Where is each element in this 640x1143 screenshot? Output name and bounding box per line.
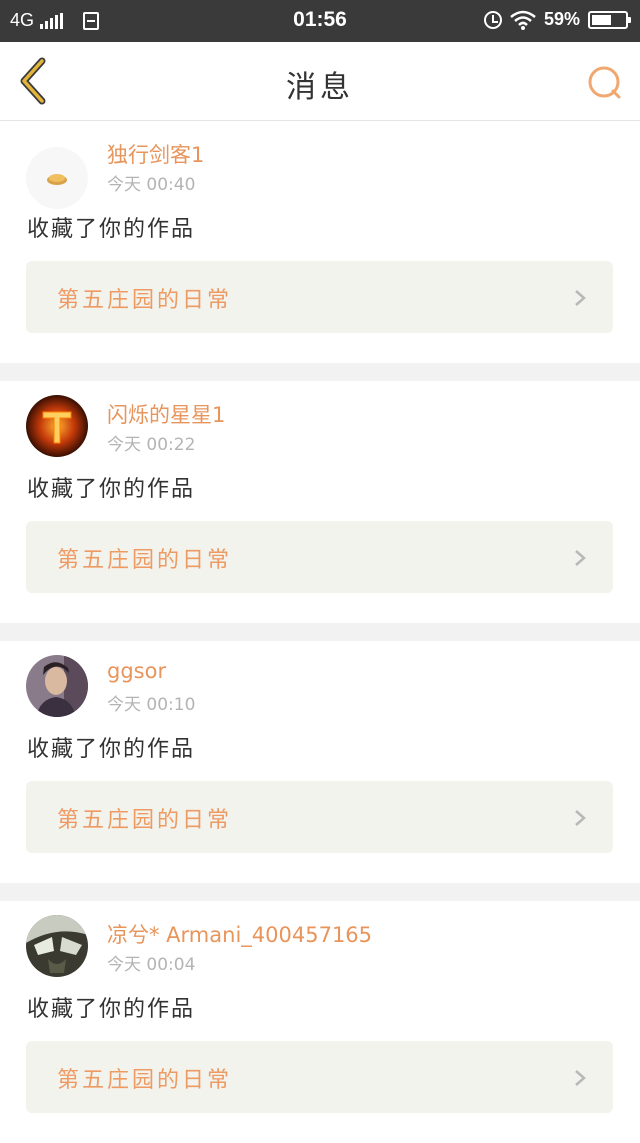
avatar[interactable] [26, 915, 88, 977]
message-card: 闪烁的星星1 今天 00:22 收藏了你的作品 第五庄园的日常 [0, 381, 640, 623]
message-card: 凉兮* Armani_400457165 今天 00:04 收藏了你的作品 第五… [0, 901, 640, 1143]
work-title: 第五庄园的日常 [57, 548, 233, 573]
timestamp: 今天 00:40 [107, 175, 196, 195]
nav-bar: 消息 [0, 42, 640, 121]
status-right: 59% [483, 9, 631, 30]
portrait-avatar-icon [26, 655, 88, 717]
search-icon[interactable] [586, 64, 624, 102]
username[interactable]: 凉兮* Armani_400457165 [107, 919, 372, 949]
chevron-right-icon [575, 1070, 586, 1086]
timestamp: 今天 00:22 [107, 435, 196, 455]
work-title: 第五庄园的日常 [57, 808, 233, 833]
battery-percent: 59% [543, 9, 580, 29]
message-card: ggsor 今天 00:10 收藏了你的作品 第五庄园的日常 [0, 641, 640, 883]
fire-t-avatar-icon [26, 395, 88, 457]
chevron-right-icon [575, 290, 586, 306]
avatar[interactable] [26, 655, 88, 717]
work-link[interactable]: 第五庄园的日常 [26, 781, 613, 853]
username[interactable]: ggsor [107, 659, 166, 683]
work-title: 第五庄园的日常 [57, 288, 233, 313]
username[interactable]: 闪烁的星星1 [107, 399, 225, 429]
work-link[interactable]: 第五庄园的日常 [26, 1041, 613, 1113]
work-link[interactable]: 第五庄园的日常 [26, 261, 613, 333]
avatar[interactable] [26, 147, 88, 209]
work-title: 第五庄园的日常 [57, 1068, 233, 1093]
chevron-right-icon [575, 810, 586, 826]
masked-avatar-icon [26, 915, 88, 977]
action-text: 收藏了你的作品 [27, 737, 196, 762]
status-bar: 4G 01:56 59% [0, 0, 640, 42]
timestamp: 今天 00:04 [107, 955, 196, 975]
timestamp: 今天 00:10 [107, 695, 196, 715]
wifi-icon [510, 10, 536, 30]
pie-avatar-icon [26, 147, 88, 209]
message-card: 独行剑客1 今天 00:40 收藏了你的作品 第五庄园的日常 [0, 121, 640, 363]
avatar[interactable] [26, 395, 88, 457]
page-title: 消息 [286, 70, 354, 105]
action-text: 收藏了你的作品 [27, 477, 196, 502]
chevron-right-icon [575, 550, 586, 566]
battery-icon [588, 10, 631, 29]
action-text: 收藏了你的作品 [27, 997, 196, 1022]
action-text: 收藏了你的作品 [27, 217, 196, 242]
battery-fill [592, 14, 611, 25]
username[interactable]: 独行剑客1 [107, 139, 204, 169]
alarm-icon [483, 10, 502, 29]
work-link[interactable]: 第五庄园的日常 [26, 521, 613, 593]
